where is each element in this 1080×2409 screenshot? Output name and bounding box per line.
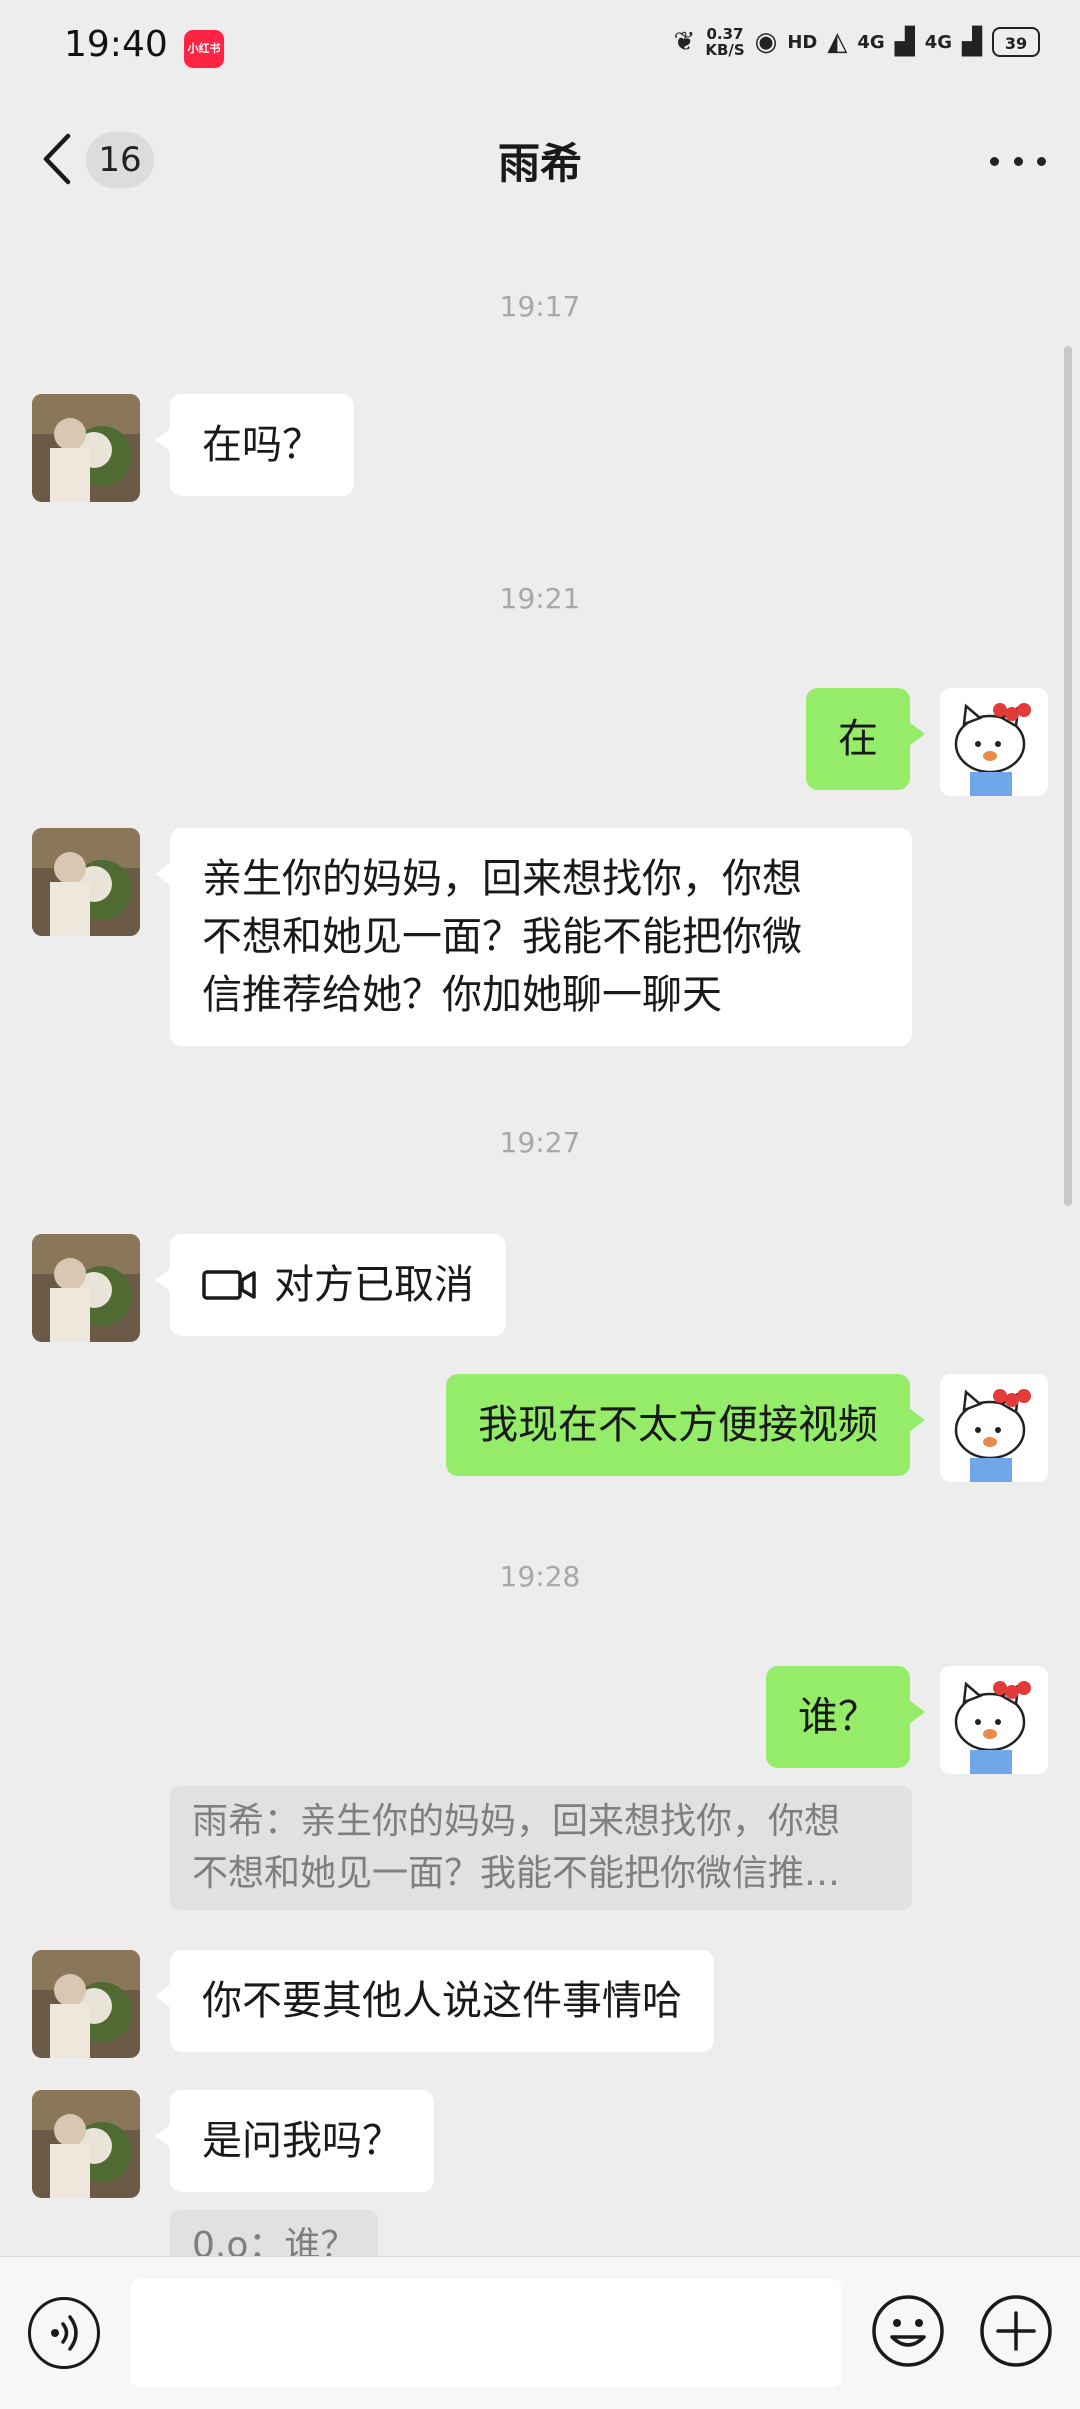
emoji-icon [872, 2295, 944, 2367]
contact-avatar[interactable] [32, 1234, 140, 1342]
video-camera-icon [202, 1270, 256, 1300]
avatar-photo [32, 828, 140, 936]
signal-icon-2: ▟ [962, 27, 982, 57]
network-speed: 0.37 KB/S [705, 25, 745, 59]
quoted-message[interactable]: 0.o：谁？ [170, 2210, 379, 2256]
voice-icon [51, 2315, 78, 2351]
battery-icon: 39 [992, 27, 1040, 57]
timestamp: 19:27 [499, 1126, 581, 1159]
xiaohongshu-app-icon: 小红书 [184, 30, 224, 68]
timestamp: 19:17 [499, 290, 581, 323]
message-bubble[interactable]: 在吗？ [155, 394, 354, 496]
scrollbar[interactable] [1064, 346, 1072, 1206]
my-avatar[interactable] [940, 688, 1048, 796]
video-call-message[interactable]: 对方已取消 [155, 1234, 506, 1336]
message-bubble[interactable]: 你不要其他人说这件事情哈 [155, 1950, 714, 2052]
my-avatar[interactable] [940, 1666, 1048, 1774]
voice-button[interactable] [28, 2297, 100, 2369]
status-bar: 19:40 小红书 ❦ 0.37 KB/S ◉ HD ◭ 4G ▟ 4G ▟ 3… [0, 0, 1080, 96]
plus-button[interactable] [978, 2293, 1054, 2369]
hello-kitty-avatar [940, 1374, 1048, 1482]
network-4g-1: 4G [857, 31, 885, 53]
contact-avatar[interactable] [32, 2090, 140, 2198]
network-4g-2: 4G [924, 31, 952, 53]
timestamp: 19:28 [499, 1560, 581, 1593]
status-icons: ❦ 0.37 KB/S ◉ HD ◭ 4G ▟ 4G ▟ 39 [674, 26, 1040, 58]
message-bubble[interactable]: 是问我吗？ [155, 2090, 434, 2192]
video-call-status: 对方已取消 [274, 1262, 474, 1308]
message-bubble-sent[interactable]: 在 [806, 688, 925, 790]
contact-avatar[interactable] [32, 1950, 140, 2058]
timestamp: 19:21 [499, 582, 581, 615]
chat-header: 16 雨希 [0, 96, 1080, 226]
hello-kitty-avatar [940, 688, 1048, 796]
chat-title: 雨希 [497, 139, 582, 188]
plus-icon [980, 2295, 1052, 2367]
avatar-photo [32, 2090, 140, 2198]
signal-hd-icon: ◭ [827, 27, 848, 57]
wifi-icon: ◉ [754, 27, 778, 57]
hello-kitty-avatar [940, 1666, 1048, 1774]
my-avatar[interactable] [940, 1374, 1048, 1482]
quoted-message[interactable]: 雨希：亲生你的妈妈，回来想找你，你想 不想和她见一面？我能不能把你微信推… [170, 1786, 912, 1910]
message-bubble-sent[interactable]: 谁？ [766, 1666, 925, 1768]
contact-avatar[interactable] [32, 394, 140, 502]
signal-icon: ▟ [894, 27, 915, 57]
avatar-photo [32, 1950, 140, 2058]
more-button[interactable] [990, 146, 1046, 176]
message-bubble[interactable]: 亲生你的妈妈，回来想找你，你想 不想和她见一面？我能不能把你微 信推荐给她？你加… [155, 828, 912, 1046]
more-dots-icon [990, 156, 999, 166]
leaf-icon: ❦ [673, 27, 696, 57]
contact-avatar[interactable] [32, 828, 140, 936]
status-time: 19:40 [64, 24, 168, 65]
chat-area[interactable]: 19:17 在吗？ 19:21 在 亲生你的妈妈，回来想找你，你想 不想和她见一… [0, 226, 1080, 2256]
avatar-photo [32, 394, 140, 502]
message-input[interactable] [130, 2279, 842, 2387]
message-bubble-sent[interactable]: 我现在不太方便接视频 [446, 1374, 925, 1476]
avatar-photo [32, 1234, 140, 1342]
hd-label: HD [787, 31, 818, 53]
input-bar [0, 2256, 1080, 2409]
emoji-button[interactable] [870, 2293, 946, 2369]
